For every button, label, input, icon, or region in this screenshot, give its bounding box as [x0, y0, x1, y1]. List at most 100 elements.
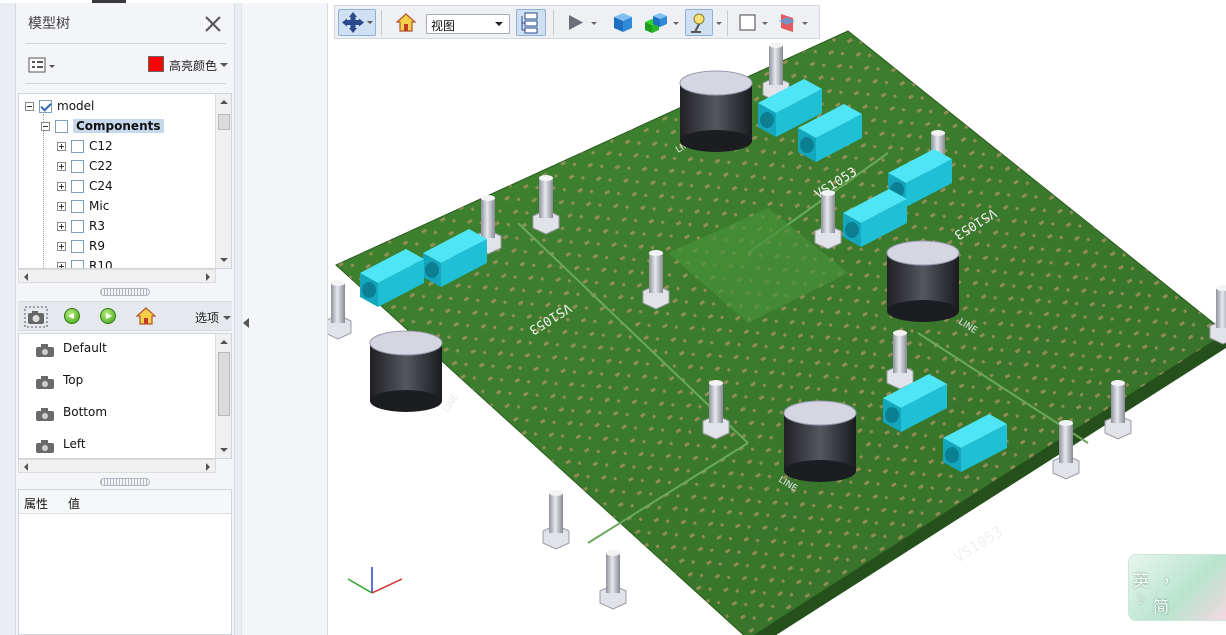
move-icon: [342, 12, 373, 33]
views-scrollbar[interactable]: [215, 334, 231, 458]
home-icon[interactable]: [136, 306, 156, 326]
tree-checkbox[interactable]: [71, 259, 84, 268]
collapse-icon[interactable]: [25, 101, 34, 111]
shaded-cube-icon[interactable]: [611, 9, 635, 36]
render-mode-icon[interactable]: [643, 9, 669, 36]
capture-view-icon[interactable]: [24, 306, 48, 328]
chevron-down-icon[interactable]: [762, 22, 768, 25]
tree-node[interactable]: C22: [57, 156, 113, 176]
tree-node[interactable]: C12: [57, 136, 113, 156]
tree-checkbox[interactable]: [71, 139, 84, 153]
ime-mode[interactable]: 简: [1153, 593, 1169, 617]
model-tree: model Components C12 C22 C24 Mic R3 R9 R…: [18, 93, 232, 269]
moon-icon[interactable]: ☽: [1133, 593, 1145, 608]
camera-icon: [36, 344, 54, 357]
forward-icon[interactable]: [100, 308, 116, 324]
tree-checkbox[interactable]: [71, 159, 84, 173]
navigation-mode-button[interactable]: [338, 9, 376, 36]
tree-hscrollbar[interactable]: [18, 269, 216, 283]
highlight-color-label[interactable]: 高亮颜色: [169, 57, 217, 74]
tree-checkbox[interactable]: [39, 99, 52, 113]
chevron-down-icon[interactable]: [673, 22, 679, 25]
expand-icon[interactable]: [57, 141, 66, 151]
chevron-down-icon[interactable]: [716, 22, 722, 25]
tree-node-label: R9: [89, 239, 105, 253]
scroll-up-icon[interactable]: [220, 100, 228, 104]
highlight-color-swatch[interactable]: [148, 56, 164, 72]
tree-scrollbar[interactable]: [215, 94, 231, 268]
toolbar-separator: [381, 10, 382, 36]
view-select[interactable]: 视图: [426, 14, 510, 34]
buzzer: [783, 400, 857, 483]
tree-node[interactable]: R9: [57, 236, 105, 256]
tree-node[interactable]: C24: [57, 176, 113, 196]
tree-checkbox[interactable]: [71, 219, 84, 233]
tree-display-mode-icon[interactable]: [28, 55, 58, 77]
camera-icon: [36, 376, 54, 389]
options-menu[interactable]: 选项: [195, 309, 219, 326]
panel-splitter[interactable]: [100, 478, 150, 486]
chevron-down-icon[interactable]: [223, 316, 231, 320]
play-icon[interactable]: [565, 9, 587, 36]
expand-icon[interactable]: [57, 261, 66, 268]
tree-node[interactable]: R10: [57, 256, 113, 268]
ime-punctuation[interactable]: ，: [1163, 563, 1179, 587]
view-item-bottom[interactable]: Bottom: [19, 400, 217, 428]
scroll-down-icon[interactable]: [220, 448, 228, 452]
scroll-down-icon[interactable]: [220, 258, 228, 262]
tree-node[interactable]: Mic: [57, 196, 109, 216]
tree-node-model[interactable]: model: [25, 96, 94, 116]
scroll-thumb[interactable]: [218, 114, 230, 130]
column-header-value[interactable]: 值: [68, 495, 80, 512]
view-item-default[interactable]: Default: [19, 336, 217, 364]
expand-icon[interactable]: [57, 161, 66, 171]
home-icon[interactable]: [395, 9, 417, 36]
tree-checkbox[interactable]: [71, 199, 84, 213]
expand-icon[interactable]: [57, 201, 66, 211]
section-cut-icon[interactable]: [775, 9, 799, 36]
tree-node-label: C12: [89, 139, 113, 153]
panel-splitter[interactable]: [100, 288, 150, 296]
view-item-left[interactable]: Left: [19, 432, 217, 458]
axis-triad: [347, 567, 403, 594]
chevron-down-icon[interactable]: [802, 22, 808, 25]
buzzer: [886, 240, 960, 323]
back-icon[interactable]: [64, 308, 80, 324]
tree-node[interactable]: R3: [57, 216, 105, 236]
chevron-down-icon[interactable]: [220, 63, 228, 67]
pcb-3d-model[interactable]: VS1053 VS1053 VS1053 VS1053 LINE LINE LI…: [328, 3, 1226, 635]
tree-checkbox[interactable]: [71, 239, 84, 253]
expand-icon[interactable]: [57, 181, 66, 191]
tree-checkbox[interactable]: [71, 179, 84, 193]
background-color-icon[interactable]: [737, 9, 759, 36]
column-header-attribute[interactable]: 属性: [24, 495, 48, 512]
collapse-icon[interactable]: [41, 121, 50, 131]
standoff: [328, 279, 352, 340]
camera-icon: [36, 408, 54, 421]
model-tree-toggle-button[interactable]: [516, 9, 546, 36]
scroll-up-icon[interactable]: [220, 340, 228, 344]
lighting-button[interactable]: [685, 9, 713, 36]
scroll-right-icon[interactable]: [206, 273, 210, 281]
scroll-thumb[interactable]: [218, 352, 230, 416]
ime-status-widget[interactable]: 英 ， ☽ 简: [1128, 554, 1226, 621]
buzzer: [679, 70, 753, 153]
scroll-left-icon[interactable]: [24, 273, 28, 281]
chevron-down-icon[interactable]: [591, 22, 597, 25]
expand-icon[interactable]: [57, 221, 66, 231]
tree-node-components[interactable]: Components: [41, 116, 164, 136]
close-icon[interactable]: [202, 13, 224, 35]
scroll-right-icon[interactable]: [206, 463, 210, 471]
scroll-left-icon[interactable]: [24, 463, 28, 471]
tree-checkbox[interactable]: [55, 119, 68, 133]
views-hscrollbar[interactable]: [18, 459, 216, 473]
3d-viewport[interactable]: VS1053 VS1053 VS1053 VS1053 LINE LINE LI…: [327, 3, 1226, 635]
properties-table: 属性 值: [18, 489, 232, 635]
tree-node-label: R3: [89, 219, 105, 233]
view-label: Default: [63, 341, 107, 355]
collapse-panel-icon[interactable]: [243, 318, 249, 328]
ime-language[interactable]: 英: [1133, 567, 1149, 591]
tree-node-label: C24: [89, 179, 113, 193]
view-item-top[interactable]: Top: [19, 368, 217, 396]
expand-icon[interactable]: [57, 241, 66, 251]
